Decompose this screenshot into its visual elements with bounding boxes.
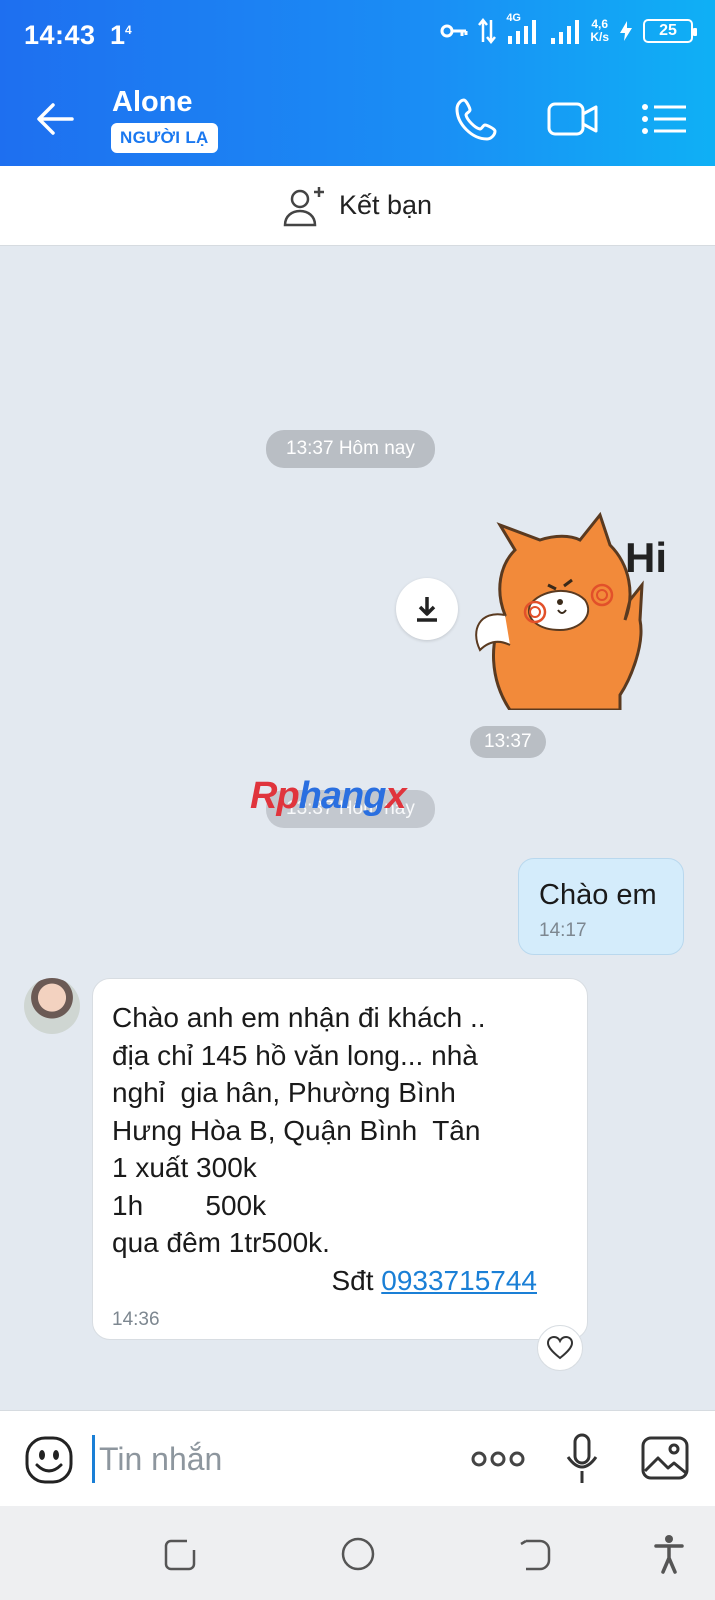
message-line: 1h 500k	[112, 1189, 267, 1221]
outgoing-message[interactable]: Chào em 14:17	[518, 858, 684, 955]
battery-indicator: 25	[643, 19, 697, 43]
message-line: Chào anh em nhận đi khách ..	[112, 1002, 486, 1033]
more-options-icon[interactable]	[470, 1447, 526, 1471]
outgoing-time: 14:17	[539, 920, 587, 941]
react-heart-button[interactable]	[537, 1325, 583, 1371]
download-icon	[417, 597, 437, 622]
stranger-badge: NGƯỜI LẠ	[111, 123, 218, 153]
message-input[interactable]: Tin nhắn	[92, 1435, 432, 1483]
signal-4g: 4G	[506, 12, 540, 44]
image-gallery-icon[interactable]	[640, 1433, 690, 1483]
phone-link[interactable]: 0933715744	[381, 1265, 537, 1296]
back-arrow-icon[interactable]	[34, 98, 76, 140]
status-bar: 14:43 14 4G 4,6 K/s 25	[0, 0, 715, 72]
microphone-icon[interactable]	[565, 1433, 599, 1485]
home-icon[interactable]	[340, 1536, 376, 1572]
message-line: qua đêm 1tr500k.	[112, 1227, 330, 1258]
contact-name[interactable]: Alone	[112, 86, 193, 119]
signal-icon	[551, 20, 580, 44]
menu-list-icon[interactable]	[640, 94, 688, 144]
key-icon	[440, 24, 468, 38]
message-line: địa chỉ 145 hồ văn long... nhà	[112, 1039, 478, 1071]
sim-indicator: 14	[110, 20, 132, 50]
incoming-message[interactable]: Chào anh em nhận đi khách .. địa chỉ 145…	[92, 978, 588, 1340]
watermark-logo: Rphangx	[250, 775, 407, 817]
outgoing-text: Chào em	[539, 879, 657, 911]
add-friend-icon	[283, 186, 324, 226]
phone-call-icon[interactable]	[452, 94, 502, 144]
charging-icon	[620, 21, 632, 41]
fox-hi-sticker[interactable]: Hi	[470, 510, 685, 710]
status-time: 14:43	[24, 20, 96, 50]
accessibility-icon[interactable]	[654, 1534, 684, 1574]
date-separator: 13:37 Hôm nay	[266, 430, 435, 468]
data-arrows-icon	[478, 18, 497, 44]
back-nav-icon[interactable]	[518, 1538, 552, 1572]
add-friend-bar[interactable]: Kết bạn	[0, 166, 715, 246]
avatar[interactable]	[24, 978, 80, 1034]
add-friend-label: Kết bạn	[338, 190, 433, 220]
message-input-bar: Tin nhắn	[0, 1410, 715, 1506]
message-line: 1 xuất 300k	[112, 1152, 257, 1183]
status-icons: 4G 4,6 K/s 25	[440, 12, 697, 44]
recent-apps-icon[interactable]	[163, 1538, 197, 1572]
phone-line: Sđt 0933715744	[331, 1264, 537, 1296]
sticker-time: 13:37	[470, 726, 546, 758]
chat-header: Alone NGƯỜI LẠ	[0, 72, 715, 166]
heart-icon	[547, 1336, 573, 1360]
sticker-hi-text: Hi	[625, 534, 667, 581]
top-bar: 14:43 14 4G 4,6 K/s 25 Alone NGƯỜI LẠ	[0, 0, 715, 166]
emoji-icon[interactable]	[24, 1435, 74, 1485]
video-call-icon[interactable]	[546, 94, 600, 144]
message-line: Hưng Hòa B, Quận Bình Tân	[112, 1114, 481, 1146]
incoming-time: 14:36	[112, 1309, 160, 1330]
download-button[interactable]	[396, 578, 458, 640]
system-nav-bar	[0, 1506, 715, 1600]
network-speed: 4,6 K/s	[590, 17, 609, 44]
message-line: nghỉ gia hân, Phường Bình	[112, 1077, 456, 1108]
